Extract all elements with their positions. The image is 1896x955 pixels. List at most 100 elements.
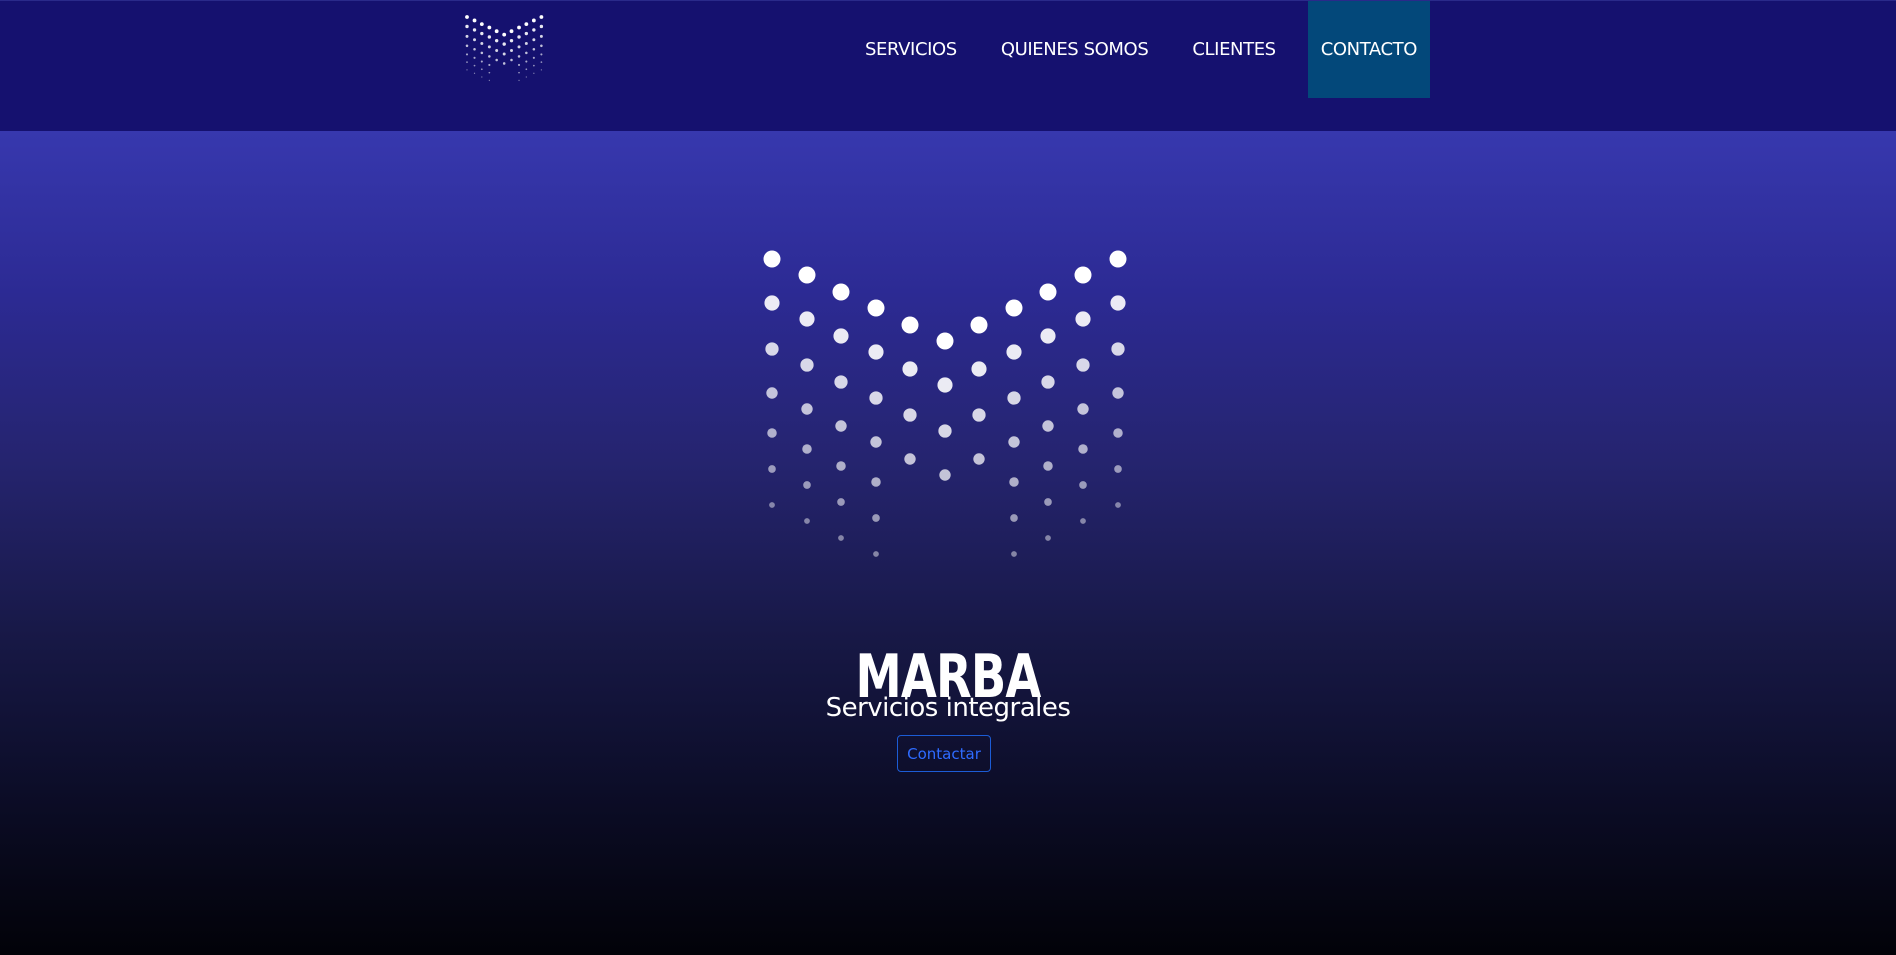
logo-dot [1115,502,1121,508]
logo-dot [480,68,483,71]
logo-dot [836,461,846,471]
logo-dot [1041,375,1055,389]
logo-dot [487,45,491,49]
logo-dot [517,25,521,30]
logo-dot [1042,420,1054,432]
logo-dot [488,55,491,58]
logo-dot [766,387,778,399]
logo-dot [518,79,520,82]
logo-dot [1110,295,1126,311]
logo-dot [970,316,988,334]
logo-dot [835,420,847,432]
logo-dot [494,29,499,34]
logo-dot [867,299,885,317]
logo-dot [769,502,775,508]
logo-dot [525,68,528,71]
logo-dot [473,56,476,59]
logo-dot [509,38,514,43]
logo-dot [472,28,477,32]
contact-button[interactable]: Contactar [897,735,991,772]
logo-dot [804,518,810,524]
logo-dot [838,535,844,541]
logo-dot [765,342,779,356]
logo-dot [540,53,543,56]
logo-dot [532,56,535,59]
logo-dot [1112,387,1124,399]
logo-dot [837,498,845,506]
logo-dot [465,34,469,38]
logo-dot [465,15,469,19]
logo-dot [1007,391,1021,405]
logo-dot [540,69,543,71]
logo-dot [1039,283,1057,301]
logo-dot [539,34,543,38]
logo-dot [1078,444,1088,454]
logo-dot [799,311,815,327]
logo-dot [517,45,521,49]
logo-dot [1077,403,1089,415]
logo-dot [971,361,987,377]
logo-dot [972,408,986,422]
logo-dot [540,61,543,64]
logo-dot [801,403,813,415]
logo-dot [466,61,468,64]
logo-dot [937,377,953,393]
logo-dot [1113,428,1123,438]
brand-logo-icon[interactable] [464,13,546,83]
logo-dot [502,52,506,56]
logo-dot [532,47,536,51]
logo-dot [901,316,919,334]
logo-dot [871,477,881,487]
logo-dot [1044,498,1052,506]
logo-dot [1076,358,1090,372]
logo-dot [803,481,811,489]
logo-dot [524,22,529,26]
logo-dot [873,551,879,557]
logo-dot [798,266,816,284]
logo-dot [502,42,506,46]
logo-dot [502,62,506,65]
logo-dot [764,295,780,311]
logo-dot [473,38,477,42]
nav-item-quienes-somos[interactable]: QUIENES SOMOS [979,1,1171,98]
logo-dot [800,358,814,372]
logo-dot [936,332,954,350]
logo-dot [465,53,469,56]
nav-item-servicios[interactable]: SERVICIOS [843,1,979,98]
logo-dot [533,72,535,74]
logo-dot [1109,250,1127,268]
logo-dot [480,41,484,45]
nav-item-clientes[interactable]: CLIENTES [1170,1,1297,98]
brand-subtitle: Servicios integrales [825,693,1071,723]
logo-dot [465,44,469,48]
logo-dot [539,15,544,19]
logo-dot [494,38,499,43]
logo-dot [481,76,483,78]
logo-dot [903,408,917,422]
navbar: SERVICIOS QUIENES SOMOS CLIENTES CONTACT… [0,0,1896,131]
hero-section: MARBA Servicios integrales Contactar [0,131,1896,955]
nav-item-contacto[interactable]: CONTACTO [1307,1,1431,98]
logo-dot [1040,328,1056,344]
logo-dot [510,49,513,53]
logo-dot [480,51,484,55]
logo-dot [532,38,536,42]
page: SERVICIOS QUIENES SOMOS CLIENTES CONTACT… [0,0,1896,955]
logo-dot [1010,514,1018,522]
logo-dot [872,514,880,522]
hero-logo-icon [763,250,1127,557]
logo-dot [487,35,492,39]
logo-dot [480,60,483,63]
logo-dot [495,49,499,53]
logo-dot [1045,535,1051,541]
logo-dot [473,47,476,51]
logo-dot [1005,299,1023,317]
logo-dot [525,76,527,78]
logo-dot [763,250,781,268]
logo-dot [532,28,536,32]
logo-dot [495,58,498,62]
logo-dot [833,328,849,344]
logo-dot [1074,266,1092,284]
logo-dot [1011,551,1017,557]
logo-dot [973,453,985,465]
